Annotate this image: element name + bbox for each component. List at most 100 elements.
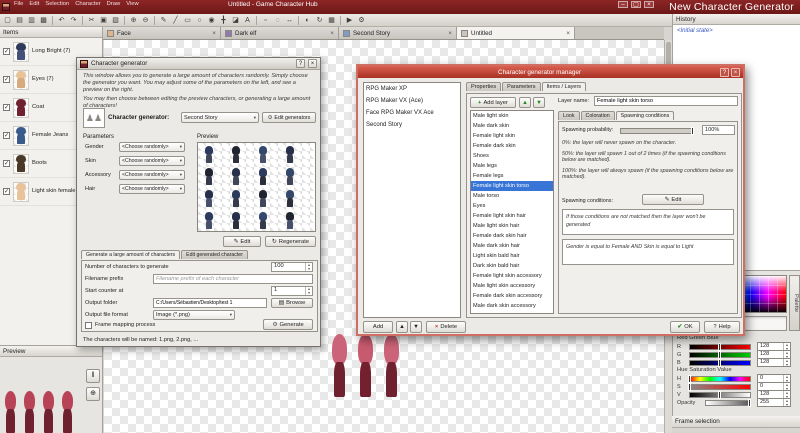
parameter-select[interactable]: <Choose randomly>▾ [119, 156, 185, 166]
item-checkbox[interactable]: ✓ [3, 188, 10, 195]
dialog-close-button[interactable]: × [731, 68, 740, 77]
rotate-icon[interactable]: ↻ [314, 15, 325, 26]
opacity-track[interactable] [705, 400, 751, 406]
layer-list-item[interactable]: Male dark skin [471, 121, 553, 131]
layer-list-item[interactable]: Female dark skin hair [471, 231, 553, 241]
pencil-icon[interactable]: ✎ [158, 15, 169, 26]
layer-list-item[interactable]: Dark skin bald hair [471, 261, 553, 271]
add-generator-button[interactable]: Add [363, 321, 393, 333]
toolbar-separator[interactable] [154, 16, 155, 25]
help-button[interactable]: ?Help [704, 321, 740, 333]
spin-down-icon[interactable]: ▾ [784, 363, 790, 367]
tab-close-icon[interactable]: × [566, 30, 570, 37]
menu-item[interactable]: Draw [107, 1, 121, 7]
opacity-value-box[interactable]: 255 ▴▾ [757, 398, 791, 407]
text-icon[interactable]: A [242, 15, 253, 26]
counter-spinbox[interactable]: 1 ▴▾ [271, 286, 313, 296]
spinner[interactable]: ▴▾ [783, 391, 790, 398]
dialog-help-button[interactable]: ? [720, 68, 729, 77]
spinner[interactable]: ▴▾ [783, 383, 790, 390]
spinner[interactable]: ▴▾ [783, 359, 790, 366]
slider-handle[interactable] [691, 127, 694, 135]
select-rect-icon[interactable]: ▫ [260, 15, 271, 26]
item-checkbox[interactable]: ✓ [3, 48, 10, 55]
preview-zoom-button[interactable]: ⊕ [86, 387, 100, 401]
generator-list-item[interactable]: RPG Maker XP [364, 83, 460, 95]
spinner[interactable]: ▴▾ [305, 287, 312, 295]
save-all-icon[interactable]: ▩ [38, 15, 49, 26]
lasso-icon[interactable]: ◌ [272, 15, 283, 26]
layer-detail-tab[interactable]: Coloration [581, 111, 615, 120]
eraser-icon[interactable]: ◪ [230, 15, 241, 26]
slider-track[interactable] [689, 384, 751, 390]
undo-icon[interactable]: ↶ [56, 15, 67, 26]
menu-item[interactable]: File [14, 1, 23, 7]
save-icon[interactable]: ▥ [26, 15, 37, 26]
zoom-out-icon[interactable]: ⊖ [140, 15, 151, 26]
edit-preview-button[interactable]: ✎Edit [223, 236, 261, 247]
generator-list-item[interactable]: Face RPG Maker VX Ace [364, 107, 460, 119]
ellipse-icon[interactable]: ○ [194, 15, 205, 26]
settings-icon[interactable]: ⚙ [356, 15, 367, 26]
move-generator-down-button[interactable]: ▼ [410, 321, 422, 333]
slider-track[interactable] [689, 376, 751, 382]
layer-list-item[interactable]: Female light skin hair [471, 211, 553, 221]
layer-list-item[interactable]: Male dark skin accessory [471, 301, 553, 311]
layer-list-item[interactable]: Female dark skin [471, 141, 553, 151]
spinner[interactable]: ▴▾ [305, 263, 312, 271]
toolbar-separator[interactable] [124, 16, 125, 25]
manager-tab[interactable]: Parameters [502, 82, 540, 91]
spin-down-icon[interactable]: ▾ [306, 267, 312, 271]
paste-icon[interactable]: ▧ [110, 15, 121, 26]
document-tab[interactable]: Second Story × [339, 27, 457, 39]
slider-track[interactable] [689, 392, 751, 398]
manager-tab[interactable]: Items / Layers [542, 82, 587, 91]
slider-handle[interactable] [688, 383, 691, 391]
move-generator-up-button[interactable]: ▲ [396, 321, 408, 333]
play-animation-icon[interactable]: ▶ [344, 15, 355, 26]
rectangle-icon[interactable]: ▭ [182, 15, 193, 26]
maximize-icon[interactable]: ▢ [631, 1, 641, 8]
frame-mapping-checkbox[interactable] [85, 322, 92, 329]
document-tab[interactable]: Face × [103, 27, 221, 39]
delete-generator-button[interactable]: ×Delete [426, 321, 466, 333]
generator-dialog-titlebar[interactable]: Character generator ? × [77, 58, 320, 70]
slider-track[interactable] [689, 344, 751, 350]
layer-list-item[interactable]: Male light skin hair [471, 221, 553, 231]
cut-icon[interactable]: ✂ [86, 15, 97, 26]
move-layer-up-button[interactable]: ▲ [519, 97, 531, 108]
spinner[interactable]: ▴▾ [783, 343, 790, 350]
generator-tab[interactable]: Generate a large amount of characters [81, 250, 180, 259]
layer-list-item[interactable]: Shoes [471, 151, 553, 161]
layer-list-item[interactable]: Female light skin accessory [471, 271, 553, 281]
copy-icon[interactable]: ▣ [98, 15, 109, 26]
probability-value-box[interactable]: 100% [702, 125, 735, 135]
slider-handle[interactable] [718, 391, 721, 399]
line-icon[interactable]: ╱ [170, 15, 181, 26]
grid-icon[interactable]: ▦ [326, 15, 337, 26]
toolbar-separator[interactable] [256, 16, 257, 25]
eyedropper-icon[interactable]: ╋ [218, 15, 229, 26]
toolbar-separator[interactable] [52, 16, 53, 25]
menu-item[interactable]: Selection [45, 1, 69, 7]
toolbar-separator[interactable] [340, 16, 341, 25]
dialog-close-button[interactable]: × [308, 59, 317, 68]
item-checkbox[interactable]: ✓ [3, 76, 10, 83]
layer-list-item[interactable]: Eyes [471, 201, 553, 211]
layer-list-item[interactable]: Female legs [471, 171, 553, 181]
item-checkbox[interactable]: ✓ [3, 160, 10, 167]
mirror-icon[interactable]: ◐ [302, 15, 313, 26]
dialog-help-button[interactable]: ? [296, 59, 305, 68]
tab-close-icon[interactable]: × [212, 30, 216, 37]
channel-value-box[interactable]: 128 ▴▾ [757, 358, 791, 367]
tab-close-icon[interactable]: × [448, 30, 452, 37]
slider-track[interactable] [689, 352, 751, 358]
generator-select[interactable]: Second Story▾ [181, 112, 259, 123]
menu-item[interactable]: View [126, 1, 138, 7]
layer-list-item[interactable]: Male torso [471, 191, 553, 201]
edit-conditions-button[interactable]: ✎Edit [642, 194, 704, 205]
palette-side-tab[interactable]: Palette [789, 275, 800, 331]
spinner[interactable]: ▴▾ [783, 351, 790, 358]
parameter-select[interactable]: <Choose randomly>▾ [119, 142, 185, 152]
layer-detail-tab[interactable]: Look [558, 111, 580, 120]
